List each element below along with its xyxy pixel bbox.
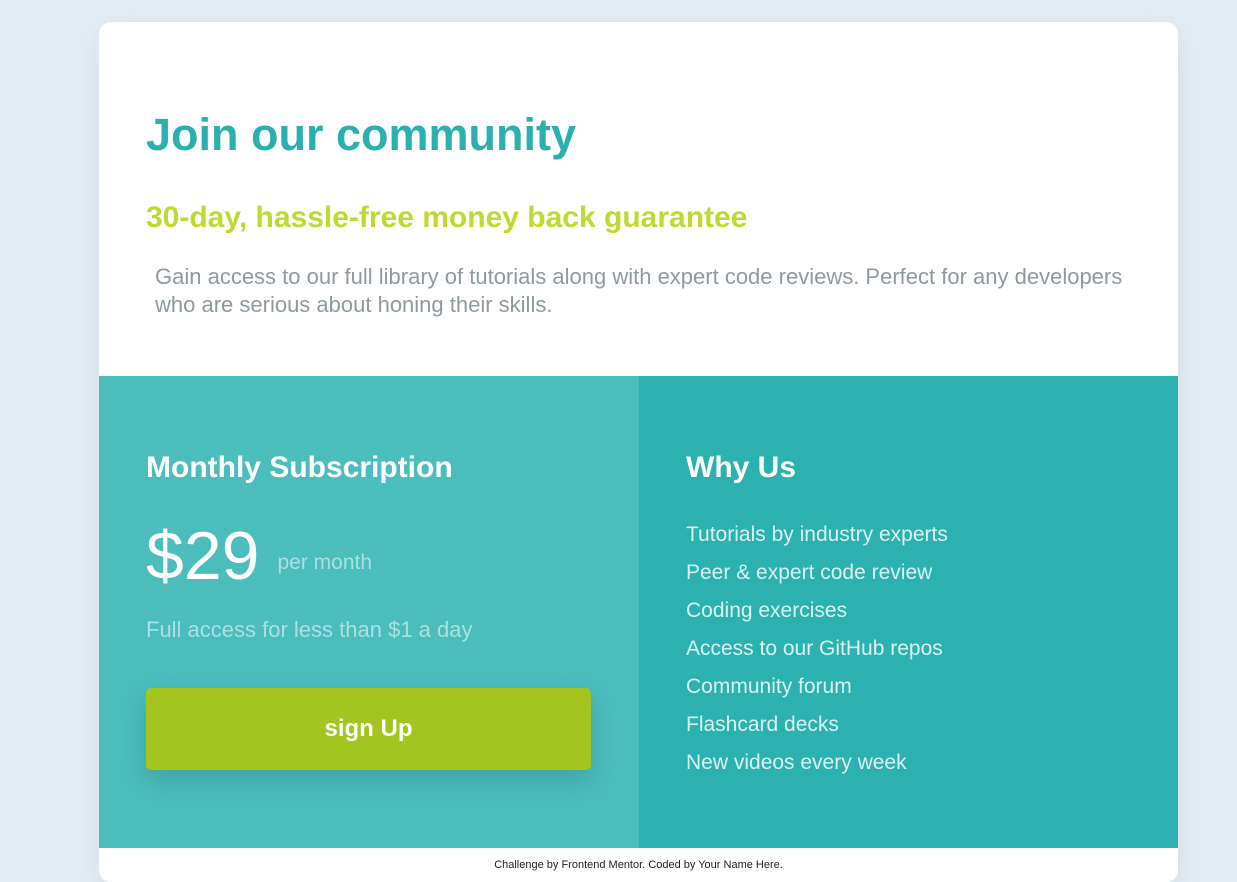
why-us-list: Tutorials by industry experts Peer & exp… [686, 516, 948, 782]
subscription-panel: Monthly Subscription $29 per month Full a… [99, 376, 639, 848]
guarantee-heading: 30-day, hassle-free money back guarantee [146, 201, 748, 234]
list-item: New videos every week [686, 751, 907, 774]
list-item: Flashcard decks [686, 713, 839, 736]
price-amount: $29 [146, 518, 260, 594]
list-item: Coding exercises [686, 599, 848, 622]
why-us-panel: Why Us Tutorials by industry experts Pee… [639, 376, 1178, 848]
list-item: Community forum [686, 675, 852, 698]
list-item: Access to our GitHub repos [686, 637, 943, 660]
list-item: Tutorials by industry experts [686, 523, 948, 546]
list-item: Peer & expert code review [686, 561, 933, 584]
why-us-title: Why Us [686, 451, 797, 484]
sign-up-button[interactable]: sign Up [146, 688, 591, 770]
intro-section: Join our community 30-day, hassle-free m… [99, 22, 1178, 376]
pricing-card: Join our community 30-day, hassle-free m… [99, 22, 1178, 882]
page-title: Join our community [146, 109, 577, 160]
attribution-footer: Challenge by Frontend Mentor. Coded by Y… [99, 848, 1178, 882]
intro-description: Gain access to our full library of tutor… [155, 264, 1123, 317]
subscription-title: Monthly Subscription [146, 451, 453, 484]
price-tagline: Full access for less than $1 a day [146, 617, 473, 642]
price-row: $29 per month [146, 516, 372, 596]
price-period: per month [277, 551, 373, 574]
